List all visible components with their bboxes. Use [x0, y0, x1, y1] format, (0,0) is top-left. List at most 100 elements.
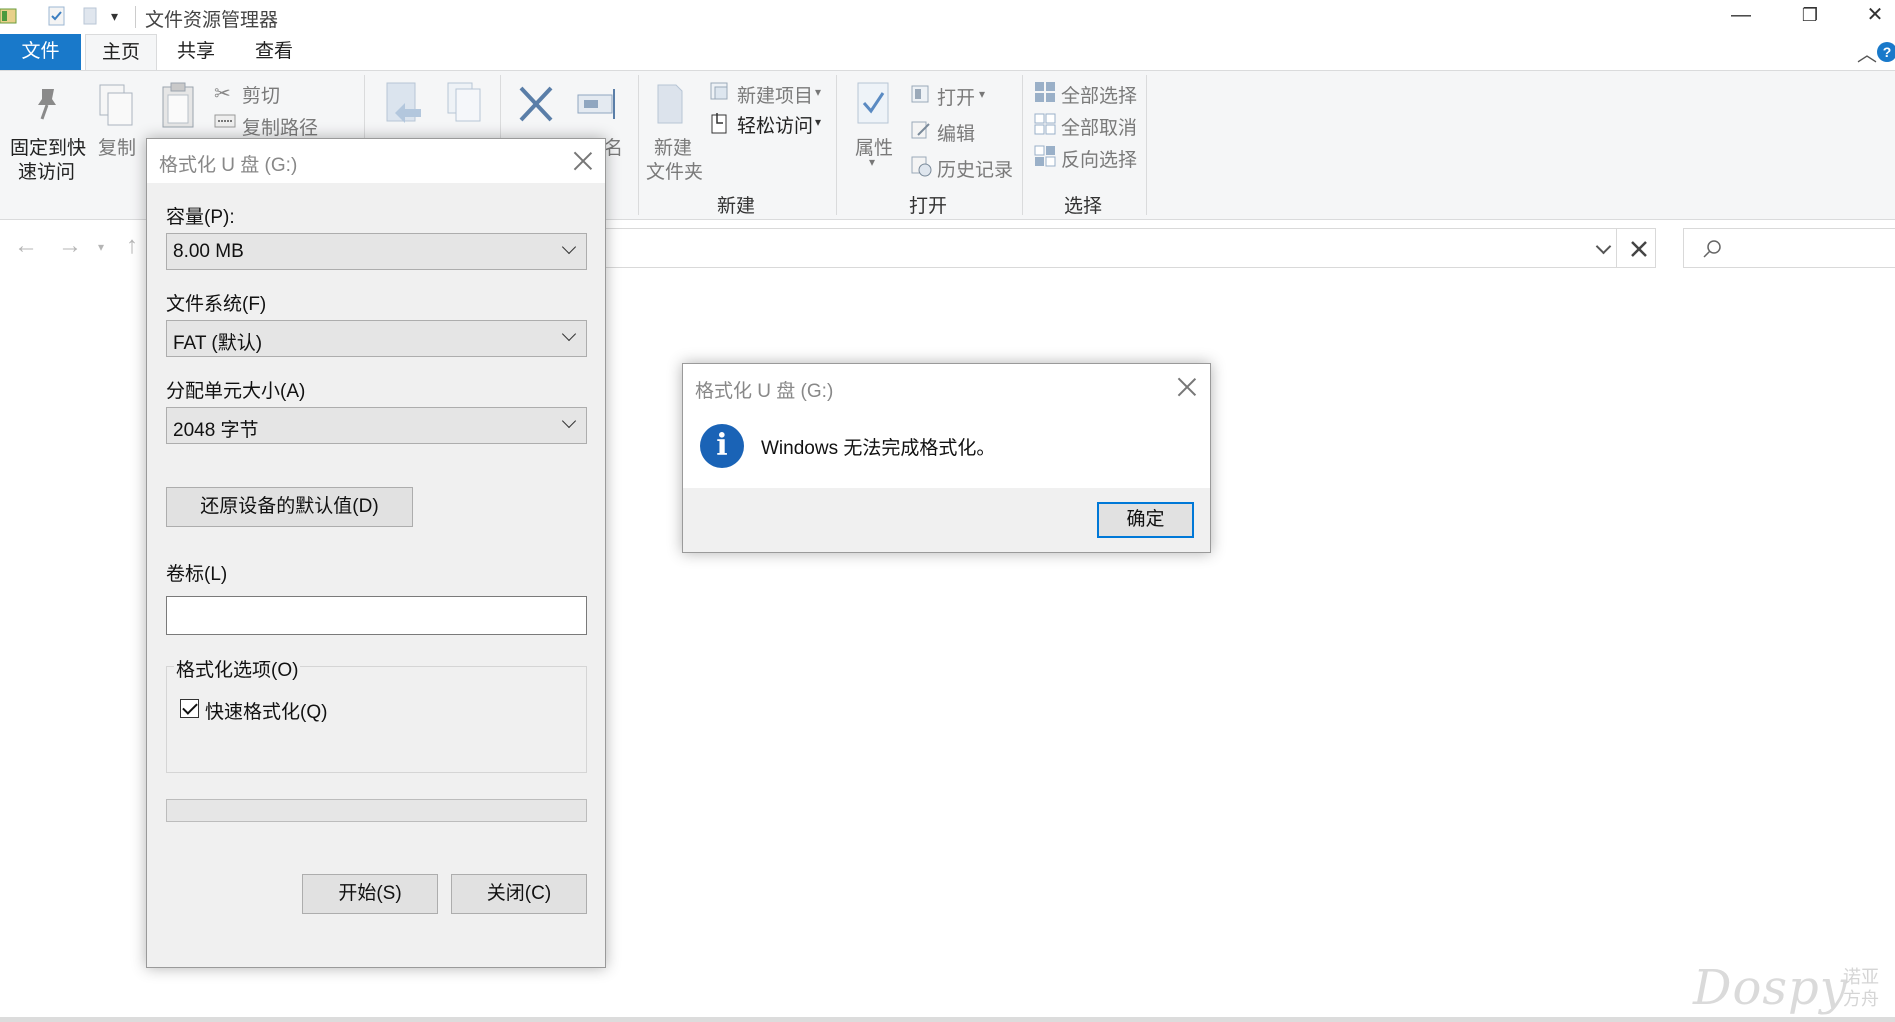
select-all-icon	[1035, 82, 1055, 102]
pin-button-label-2[interactable]: 速访问	[18, 157, 75, 184]
watermark-logo-cn: 诺亚 方舟	[1843, 966, 1883, 1010]
open-dropdown-icon[interactable]: ▾	[979, 87, 985, 101]
pin-button-label-1[interactable]: 固定到快	[10, 133, 86, 160]
window-title: 文件资源管理器	[145, 10, 279, 31]
capacity-label: 容量(P):	[166, 207, 235, 228]
tab-home[interactable]: 主页	[85, 34, 157, 70]
edit-button-label[interactable]: 编辑	[937, 119, 975, 146]
select-none-button-label[interactable]: 全部取消	[1061, 113, 1137, 140]
copy-path-icon	[214, 114, 236, 128]
info-icon: i	[700, 424, 744, 468]
easy-access-button-label[interactable]: 轻松访问	[737, 111, 813, 138]
back-arrow-icon[interactable]: ←	[14, 232, 38, 260]
restore-defaults-button[interactable]: 还原设备的默认值(D)	[166, 487, 413, 527]
chevron-down-icon	[561, 239, 577, 255]
scissors-icon: ✂	[214, 83, 231, 105]
watermark-cn-line-1: 诺亚	[1843, 967, 1879, 987]
chevron-down-icon	[561, 326, 577, 342]
tab-view[interactable]: 查看	[238, 34, 310, 70]
address-history-chevron-icon[interactable]	[1595, 238, 1612, 255]
easy-access-dropdown-icon[interactable]: ▾	[815, 115, 821, 129]
ribbon-separator	[836, 75, 837, 215]
filesystem-label: 文件系统(F)	[166, 294, 267, 315]
paste-icon	[162, 82, 194, 128]
message-box-title: 格式化 U 盘 (G:)	[695, 381, 834, 402]
filesystem-select[interactable]: FAT (默认)	[166, 320, 587, 357]
customize-quick-access-icon[interactable]: ▾	[111, 8, 118, 25]
new-folder-label-1[interactable]: 新建	[654, 133, 692, 160]
format-options-label: 格式化选项(O)	[174, 655, 301, 682]
explorer-app-icon	[0, 8, 17, 24]
group-label-new: 新建	[717, 196, 756, 217]
address-bar[interactable]	[600, 228, 1656, 268]
address-divider	[1616, 229, 1617, 267]
properties-quick-icon[interactable]	[48, 6, 66, 26]
history-icon	[911, 156, 932, 177]
capacity-select[interactable]: 8.00 MB	[166, 233, 587, 270]
quick-format-checkbox[interactable]	[180, 699, 199, 718]
tab-share[interactable]: 共享	[160, 34, 232, 70]
easy-access-icon	[711, 113, 727, 134]
select-all-button-label[interactable]: 全部选择	[1061, 81, 1137, 108]
chevron-down-icon	[561, 413, 577, 429]
move-to-icon	[386, 82, 421, 123]
history-button-label[interactable]: 历史记录	[937, 155, 1013, 182]
pin-icon	[38, 89, 56, 120]
ribbon-separator	[638, 75, 639, 215]
up-arrow-icon[interactable]: ↑	[126, 232, 138, 260]
quick-format-label[interactable]: 快速格式化(Q)	[205, 697, 327, 724]
group-label-select: 选择	[1064, 196, 1103, 217]
forward-arrow-icon[interactable]: →	[58, 232, 82, 260]
tab-file[interactable]: 文件	[0, 34, 81, 70]
copy-button-label[interactable]: 复制	[98, 133, 136, 160]
format-dialog-title: 格式化 U 盘 (G:)	[159, 155, 298, 176]
ok-button[interactable]: 确定	[1097, 502, 1194, 538]
message-box-close-icon[interactable]	[1176, 376, 1198, 398]
minimize-button[interactable]: —	[1711, 0, 1771, 34]
new-item-button-label[interactable]: 新建项目	[737, 81, 813, 108]
restore-button[interactable]: ❐	[1780, 0, 1840, 34]
close-button[interactable]: 关闭(C)	[451, 874, 587, 914]
clear-address-icon[interactable]	[1630, 240, 1648, 258]
start-button[interactable]: 开始(S)	[302, 874, 438, 914]
properties-icon	[857, 82, 889, 124]
open-button-label[interactable]: 打开	[937, 83, 975, 110]
allocation-label: 分配单元大小(A)	[166, 381, 306, 402]
group-label-open: 打开	[909, 196, 948, 217]
copy-path-button-label[interactable]: 复制路径	[242, 113, 318, 140]
allocation-select[interactable]: 2048 字节	[166, 407, 587, 444]
cut-button-label[interactable]: 剪切	[242, 81, 280, 108]
copy-icon	[99, 84, 133, 126]
open-icon	[911, 85, 929, 103]
search-icon	[1703, 240, 1721, 258]
properties-dropdown-icon[interactable]: ▾	[869, 155, 875, 169]
search-box[interactable]	[1683, 228, 1895, 268]
invert-selection-button-label[interactable]: 反向选择	[1061, 145, 1137, 172]
new-item-icon	[710, 82, 728, 100]
help-icon[interactable]: ?	[1877, 42, 1895, 62]
format-dialog: 格式化 U 盘 (G:) 容量(P): 8.00 MB 文件系统(F) FAT …	[146, 138, 606, 968]
volume-label-input[interactable]	[166, 596, 587, 635]
new-folder-label-2[interactable]: 文件夹	[646, 157, 703, 184]
close-window-button[interactable]: ✕	[1845, 0, 1895, 34]
ribbon-tabs: 文件 主页 共享 查看 ︿ ?	[0, 34, 1895, 70]
watermark-logo: Dospy	[1693, 960, 1848, 1016]
rename-icon	[577, 89, 615, 119]
watermark-cn-line-2: 方舟	[1843, 989, 1879, 1009]
message-text: Windows 无法完成格式化。	[761, 438, 996, 459]
error-message-box: 格式化 U 盘 (G:) i Windows 无法完成格式化。 确定	[682, 363, 1211, 553]
format-dialog-close-icon[interactable]	[572, 150, 594, 172]
filesystem-value: FAT (默认)	[173, 333, 263, 354]
format-dialog-titlebar: 格式化 U 盘 (G:)	[147, 139, 605, 183]
copy-to-icon	[447, 82, 481, 122]
ribbon-separator	[1022, 75, 1023, 215]
recent-locations-icon[interactable]: ▾	[98, 240, 104, 254]
new-item-dropdown-icon[interactable]: ▾	[815, 85, 821, 99]
bottom-edge	[0, 1017, 1895, 1022]
rename-button-label-fragment[interactable]: 名	[604, 133, 623, 160]
collapse-ribbon-icon[interactable]: ︿	[1857, 38, 1877, 67]
new-folder-quick-icon[interactable]	[82, 6, 100, 26]
select-none-icon	[1034, 113, 1056, 135]
message-box-body: 格式化 U 盘 (G:) i Windows 无法完成格式化。	[683, 364, 1210, 488]
new-folder-icon	[657, 84, 683, 124]
